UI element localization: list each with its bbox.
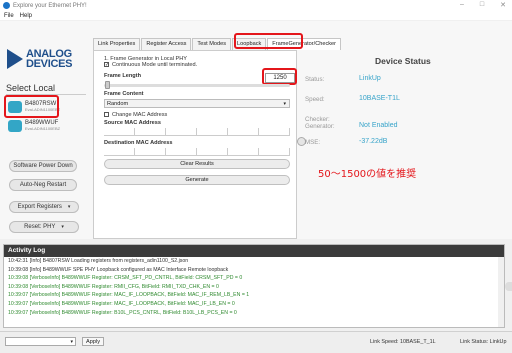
frame-content-select[interactable]: Random ▾ bbox=[104, 99, 290, 108]
frame-content-label: Frame Content bbox=[104, 91, 144, 97]
export-label: Export Registers bbox=[17, 204, 62, 210]
mse-label: MSE: bbox=[305, 139, 321, 146]
logo-line-2: DEVICES bbox=[26, 58, 73, 70]
log-line: 10:39:08 [Info] B489WWUF SPE PHY Loopbac… bbox=[8, 266, 229, 273]
speed-label: Speed: bbox=[305, 96, 325, 103]
tab-link-properties[interactable]: Link Properties bbox=[93, 38, 141, 50]
recommendation-annotation: 50～1500の値を推奨 bbox=[318, 169, 417, 180]
status-value: LinkUp bbox=[359, 75, 381, 82]
log-line: 10:39:07 [VerboseInfo] B489WWUF Register… bbox=[8, 300, 235, 307]
tab-register-access[interactable]: Register Access bbox=[141, 38, 192, 50]
clear-results-button[interactable]: Clear Results bbox=[104, 159, 290, 169]
tab-highlight bbox=[234, 33, 303, 49]
status-label: Status: bbox=[305, 76, 325, 83]
log-line: 10:42:31 [Info] B4807RSW Loading registe… bbox=[8, 258, 189, 264]
log-scrollbar[interactable] bbox=[498, 257, 504, 327]
export-registers-button[interactable]: Export Registers ▾ bbox=[9, 201, 79, 213]
device-sub: Eval-ADIN1100EBZ bbox=[25, 126, 61, 131]
slider-thumb[interactable] bbox=[105, 81, 110, 89]
generator-label: Generator: bbox=[305, 123, 335, 130]
maximize-icon[interactable]: □ bbox=[480, 1, 484, 9]
analog-devices-logo: ANALOG DEVICES bbox=[7, 46, 81, 72]
chevron-down-icon: ▾ bbox=[283, 101, 286, 107]
board-icon bbox=[8, 119, 22, 132]
menu-help[interactable]: Help bbox=[20, 13, 32, 19]
activity-log-title: Activity Log bbox=[4, 245, 504, 257]
reset-phy-button[interactable]: Reset: PHY ▾ bbox=[9, 221, 79, 233]
generate-button[interactable]: Generate bbox=[104, 175, 290, 185]
chevron-down-icon: ▾ bbox=[61, 224, 64, 230]
tab-bar: Link Properties Register Access Test Mod… bbox=[93, 38, 342, 50]
log-line: 10:39:07 [VerboseInfo] B489WWUF Register… bbox=[8, 292, 250, 299]
apply-button[interactable]: Apply bbox=[82, 337, 104, 346]
chevron-down-icon: ▾ bbox=[67, 204, 71, 210]
logo-triangle-icon bbox=[7, 49, 23, 69]
log-level-select[interactable]: ▾ bbox=[5, 337, 76, 346]
device-status-title: Device Status bbox=[375, 56, 431, 66]
log-line: 10:39:07 [VerboseInfo] B489WWUF Register… bbox=[8, 309, 237, 316]
menu-file[interactable]: File bbox=[4, 13, 14, 19]
source-mac-input[interactable] bbox=[104, 128, 290, 136]
mse-value: -37.22dB bbox=[359, 138, 388, 145]
continuous-label: Continuous Mode until terminated. bbox=[112, 62, 198, 68]
app-icon bbox=[3, 2, 10, 9]
source-mac-label: Source MAC Address bbox=[104, 120, 161, 126]
side-expand-handle[interactable] bbox=[505, 282, 512, 291]
tab-test-modes[interactable]: Test Modes bbox=[192, 38, 232, 50]
speed-value: 10BASE-T1L bbox=[359, 95, 400, 102]
change-mac-label: Change MAC Address bbox=[112, 112, 168, 118]
frame-content-value: Random bbox=[107, 101, 129, 107]
log-line: 10:39:08 [VerboseInfo] B489WWUF Register… bbox=[8, 275, 243, 282]
frame-length-highlight bbox=[262, 68, 297, 85]
window-title: Explore your Ethernet PHY! bbox=[13, 2, 87, 9]
software-power-down-button[interactable]: Software Power Down bbox=[9, 160, 77, 172]
log-lines: 10:42:31 [Info] B4807RSW Loading registe… bbox=[4, 257, 504, 317]
dest-mac-input[interactable] bbox=[104, 148, 290, 156]
continuous-checkbox[interactable]: ✓ bbox=[104, 62, 109, 68]
bottom-bar: ▾ Apply Link Speed: 10BASE_T_1L Link Sta… bbox=[0, 331, 512, 353]
dest-mac-label: Destination MAC Address bbox=[104, 140, 173, 146]
generator-value: Not Enabled bbox=[359, 122, 398, 129]
checker-label: Checker: bbox=[305, 116, 330, 123]
menu-bar: File Help bbox=[0, 11, 512, 20]
activity-log: Activity Log 10:42:31 [Info] B4807RSW Lo… bbox=[3, 244, 505, 328]
minimize-icon[interactable]: – bbox=[460, 1, 464, 9]
reset-label: Reset: PHY bbox=[24, 224, 56, 230]
auto-neg-restart-button[interactable]: Auto-Neg Restart bbox=[9, 179, 77, 191]
left-panel: ANALOG DEVICES Select Local B4807RSW Eva… bbox=[0, 21, 90, 239]
frame-length-slider[interactable] bbox=[104, 84, 290, 87]
selection-highlight bbox=[4, 95, 59, 118]
title-bar: Explore your Ethernet PHY! – □ ✕ bbox=[0, 0, 512, 11]
link-speed-status: Link Speed: 10BASE_T_1L bbox=[370, 339, 436, 345]
close-icon[interactable]: ✕ bbox=[500, 1, 506, 9]
chevron-down-icon: ▾ bbox=[70, 339, 73, 345]
change-mac-checkbox[interactable] bbox=[104, 112, 109, 117]
link-status: Link Status: LinkUp bbox=[460, 339, 507, 345]
device-card-2[interactable]: B489WWUF Eval-ADIN1100EBZ bbox=[8, 117, 64, 134]
window-controls: – □ ✕ bbox=[460, 1, 506, 9]
log-line: 10:39:08 [VerboseInfo] B489WWUF Register… bbox=[8, 283, 219, 290]
select-local-heading: Select Local bbox=[6, 83, 56, 93]
frame-length-label: Frame Length bbox=[104, 73, 141, 79]
